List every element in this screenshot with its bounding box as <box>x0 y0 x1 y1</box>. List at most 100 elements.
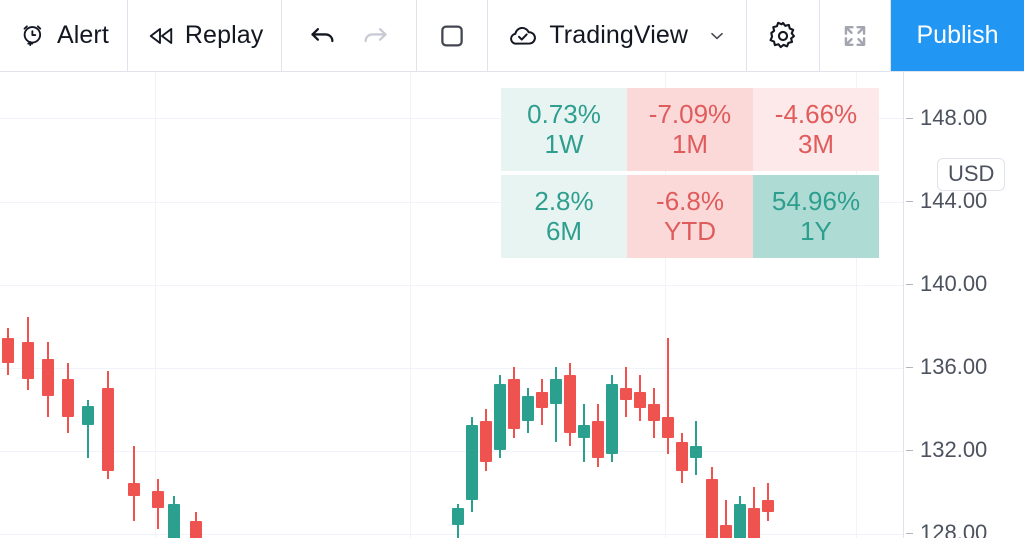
tick-dash <box>906 283 913 285</box>
candle-body <box>720 524 732 538</box>
candlestick <box>82 400 94 459</box>
candle-body <box>606 383 618 455</box>
chart-toolbar: Alert Replay TradingView Publish <box>0 0 1024 72</box>
performance-value: 2.8% <box>534 186 594 217</box>
candle-body <box>190 520 202 538</box>
candlestick <box>620 367 632 417</box>
price-tick: 132.00 <box>904 437 1024 462</box>
undo-redo-group <box>282 0 418 71</box>
publish-button[interactable]: Publish <box>891 0 1024 71</box>
fullscreen-button[interactable] <box>820 0 892 71</box>
price-tick: 128.00 <box>904 520 1024 538</box>
candle-body <box>578 425 590 438</box>
performance-value: -7.09% <box>648 99 732 130</box>
candlestick <box>102 371 114 480</box>
candle-body <box>522 396 534 421</box>
rewind-icon <box>146 21 176 51</box>
vertical-gridline <box>410 72 411 538</box>
settings-button[interactable] <box>747 0 821 71</box>
candle-body <box>762 499 774 513</box>
candle-body <box>494 383 506 450</box>
candle-body <box>734 503 746 538</box>
price-tick-label: 132.00 <box>920 437 988 462</box>
performance-cell-1m[interactable]: -7.09% 1M <box>627 88 753 171</box>
performance-cell-3m[interactable]: -4.66% 3M <box>753 88 879 171</box>
single-pane-layout-icon <box>435 19 469 53</box>
candle-body <box>748 508 760 538</box>
candle-body <box>676 441 688 471</box>
performance-period: YTD <box>664 215 716 246</box>
currency-badge[interactable]: USD <box>937 158 1006 192</box>
alarm-clock-plus-icon <box>18 21 48 51</box>
tick-dash <box>906 449 913 451</box>
candlestick <box>748 487 760 538</box>
fullscreen-expand-icon <box>838 19 872 53</box>
candle-body <box>22 342 34 380</box>
candle-body <box>102 387 114 471</box>
candlestick <box>190 512 202 538</box>
candle-body <box>550 379 562 405</box>
candlestick <box>494 375 506 459</box>
price-tick: 136.00 <box>904 354 1024 379</box>
horizontal-gridline <box>0 285 903 286</box>
candlestick <box>690 420 702 475</box>
performance-period: 6M <box>545 215 583 246</box>
redo-button[interactable] <box>358 19 392 53</box>
candle-body <box>690 445 702 459</box>
cloud-check-icon <box>506 19 540 53</box>
tick-dash <box>906 366 913 368</box>
price-tick-label: 128.00 <box>920 520 988 538</box>
candle-body <box>62 379 74 417</box>
candlestick <box>564 362 576 446</box>
publish-label: Publish <box>916 21 999 49</box>
price-tick-label: 144.00 <box>920 188 988 213</box>
performance-value: 54.96% <box>771 186 861 217</box>
candlestick <box>550 367 562 442</box>
price-tick: 140.00 <box>904 271 1024 296</box>
performance-summary-grid: 0.73% 1W -7.09% 1M -4.66% 3M 2.8% 6M -6.8% YTD 54.… <box>501 88 879 258</box>
candlestick <box>676 433 688 484</box>
candlestick <box>762 483 774 521</box>
candle-body <box>706 479 718 538</box>
candlestick <box>152 479 164 529</box>
candlestick <box>22 317 34 390</box>
candle-body <box>42 358 54 397</box>
candle-body <box>152 491 164 509</box>
candle-body <box>564 375 576 434</box>
layout-button[interactable] <box>417 0 489 71</box>
price-tick: 144.00 <box>904 188 1024 213</box>
candlestick <box>466 416 478 513</box>
undo-button[interactable] <box>306 19 340 53</box>
replay-button[interactable]: Replay <box>128 0 283 71</box>
candle-body <box>452 508 464 525</box>
candle-wick <box>555 367 557 442</box>
candlestick <box>62 362 74 434</box>
candlestick <box>706 466 718 538</box>
candlestick <box>578 404 590 463</box>
tradingview-chart-window: Alert Replay TradingView Publish 0.73% 1… <box>0 0 1024 538</box>
candle-body <box>82 406 94 426</box>
price-axis[interactable]: 148.00 144.00 140.00 136.00 132.00 128.00 USD <box>903 72 1024 538</box>
price-tick-label: 140.00 <box>920 271 988 296</box>
alert-button[interactable]: Alert <box>0 0 128 71</box>
candlestick <box>42 342 54 417</box>
candle-body <box>620 387 632 401</box>
candlestick <box>508 367 520 438</box>
candle-body <box>634 391 646 409</box>
performance-period: 1Y <box>800 215 832 246</box>
tick-dash <box>906 117 913 119</box>
candlestick <box>480 408 492 471</box>
performance-cell-ytd[interactable]: -6.8% YTD <box>627 175 753 258</box>
alert-label: Alert <box>57 21 109 49</box>
vertical-gridline <box>155 72 156 538</box>
performance-value: -4.66% <box>774 99 858 130</box>
candlestick <box>634 375 646 421</box>
candlestick <box>522 387 534 434</box>
candlestick <box>168 495 180 538</box>
performance-cell-1y[interactable]: 54.96% 1Y <box>753 175 879 258</box>
candle-body <box>2 337 14 363</box>
gear-icon <box>765 18 801 54</box>
account-menu-button[interactable]: TradingView <box>488 0 748 71</box>
performance-cell-1w[interactable]: 0.73% 1W <box>501 88 627 171</box>
performance-cell-6m[interactable]: 2.8% 6M <box>501 175 627 258</box>
